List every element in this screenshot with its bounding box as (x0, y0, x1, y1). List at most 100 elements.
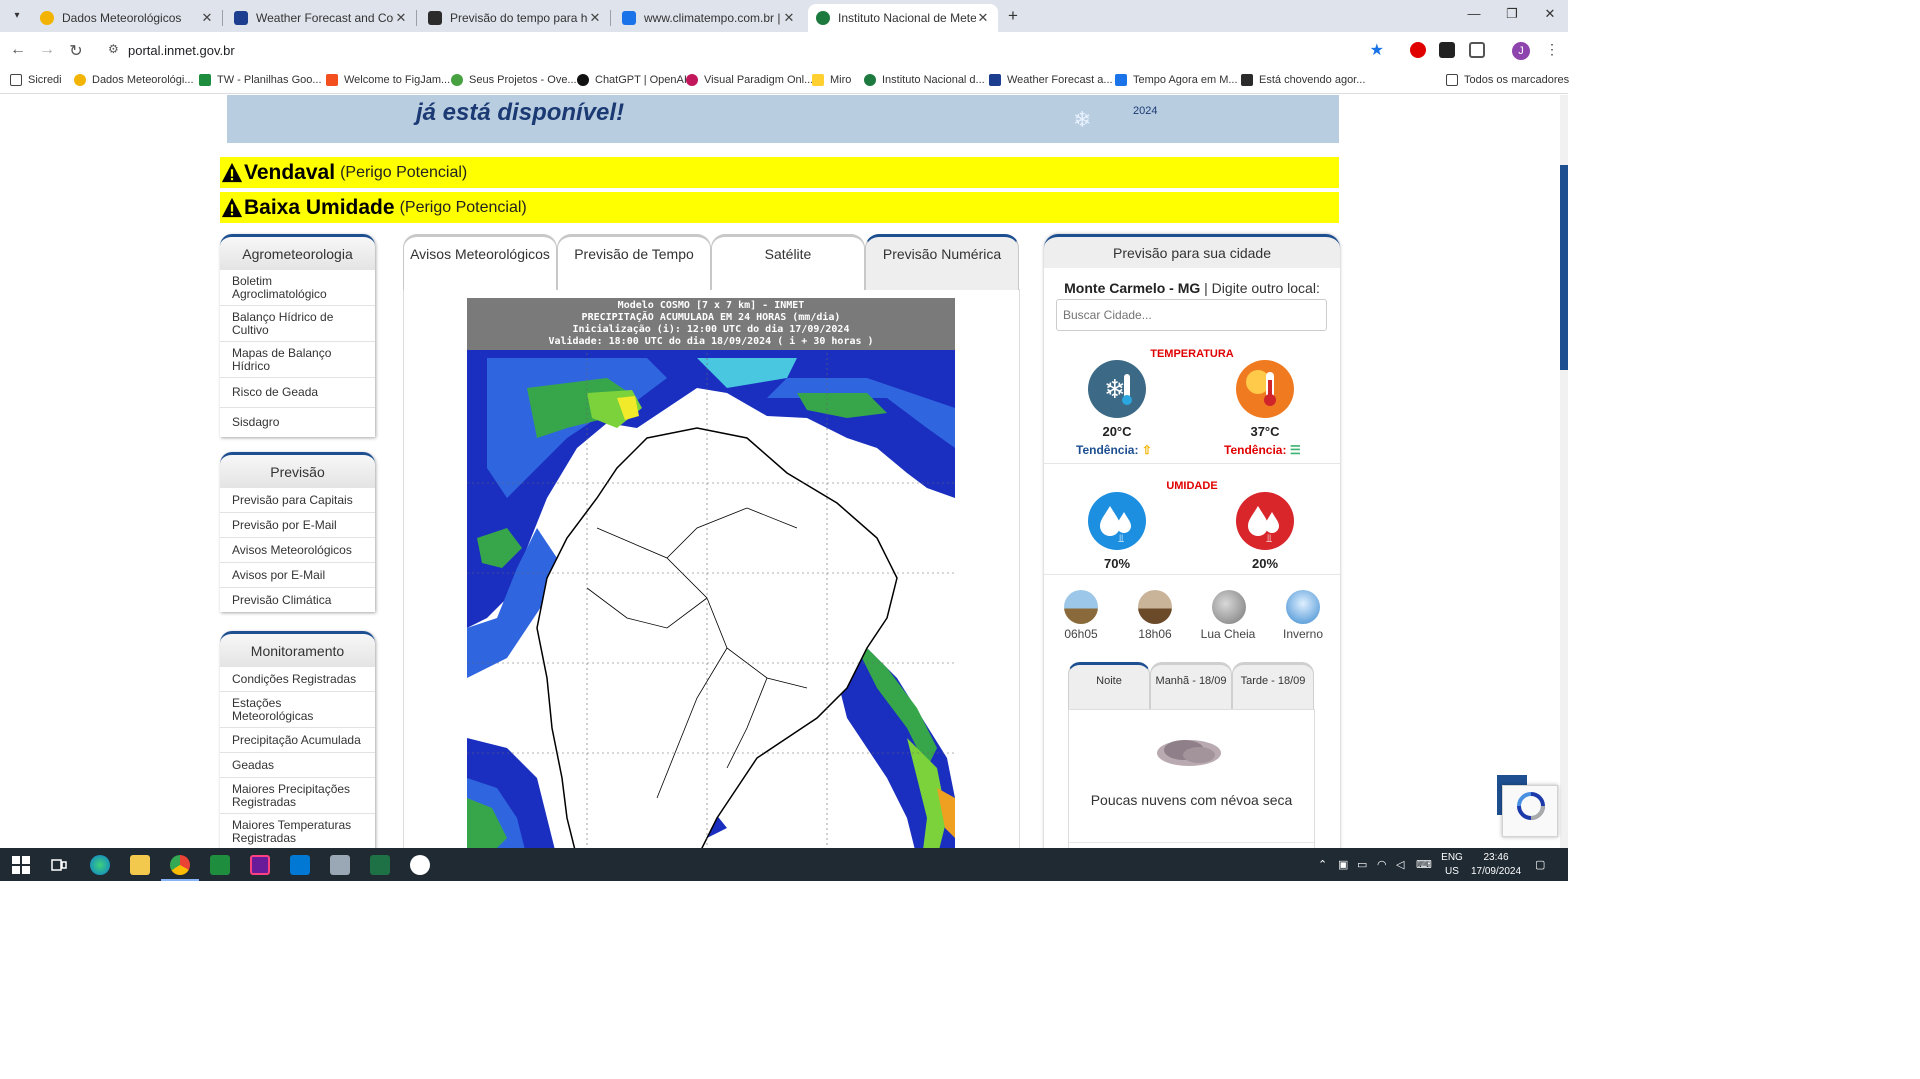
puzzle-extensions-icon[interactable] (1469, 42, 1485, 58)
city-other-prompt[interactable]: | Digite outro local: (1204, 280, 1320, 296)
browser-tab[interactable]: Dados Meteorológicos ✕ (32, 4, 222, 32)
page-scrollbar-thumb[interactable] (1560, 165, 1568, 370)
bookmark-item[interactable]: Visual Paradigm Onl... (686, 74, 813, 86)
svg-text:⫫: ⫫ (1266, 532, 1272, 545)
forward-arrow-icon[interactable]: → (37, 41, 57, 59)
banner-text: já está disponível! (416, 99, 625, 126)
bookmark-item[interactable]: Seus Projetos - Ove... (451, 74, 577, 86)
bookmark-item[interactable]: Dados Meteorológi... (74, 74, 194, 86)
tab-satelite[interactable]: Satélite (711, 234, 865, 290)
tray-chevron-icon[interactable]: ⌃ (1318, 858, 1327, 871)
tab-search-button[interactable]: ▾ (8, 7, 26, 25)
bookmark-star-icon[interactable]: ★ (1370, 40, 1384, 60)
reload-icon[interactable]: ↻ (66, 41, 86, 61)
precipitation-map[interactable]: Modelo COSMO [7 x 7 km] - INMET PRECIPIT… (467, 298, 955, 848)
promo-banner[interactable]: já está disponível! ❄ 2024 (227, 95, 1339, 143)
sidebar-item-previsao-email[interactable]: Previsão por E-Mail (220, 513, 375, 538)
close-tab-icon[interactable]: ✕ (588, 10, 602, 26)
min-temperature: 20°C (1102, 424, 1132, 439)
back-arrow-icon[interactable]: ← (8, 41, 28, 59)
excel-icon[interactable] (370, 855, 390, 875)
edge-icon[interactable] (90, 855, 110, 875)
battery-icon[interactable]: ▭ (1357, 858, 1367, 871)
bookmark-item[interactable]: ChatGPT | OpenAI (577, 74, 687, 86)
minimize-button[interactable]: — (1454, 6, 1494, 21)
windows-start-icon[interactable] (11, 855, 31, 875)
keyboard-icon[interactable]: ⌨ (1416, 858, 1432, 871)
sidebar-item-balanco-hidrico-cultivo[interactable]: Balanço Hídrico de Cultivo (220, 306, 375, 342)
file-explorer-icon[interactable] (130, 855, 150, 875)
sheets-app-icon[interactable] (210, 855, 230, 875)
tab-manha[interactable]: Manhã - 18/09 (1150, 662, 1232, 712)
tab-avisos-meteorologicos[interactable]: Avisos Meteorológicos (403, 234, 557, 290)
bookmark-item[interactable]: Welcome to FigJam... (326, 74, 450, 86)
divider (1069, 842, 1314, 843)
sidebar-item-avisos-email[interactable]: Avisos por E-Mail (220, 563, 375, 588)
chrome-icon[interactable] (170, 855, 190, 875)
close-tab-icon[interactable]: ✕ (976, 10, 990, 26)
browser-tab-active[interactable]: Instituto Nacional de Meteorolo ✕ (808, 4, 998, 32)
sidebar-item-avisos-meteorologicos[interactable]: Avisos Meteorológicos (220, 538, 375, 563)
sidebar-item-previsao-capitais[interactable]: Previsão para Capitais (220, 488, 375, 513)
min-humidity: 20% (1251, 556, 1279, 571)
wifi-icon[interactable]: ◠ (1377, 858, 1387, 871)
svg-text:⫫: ⫫ (1118, 532, 1124, 545)
site-settings-icon[interactable]: ⚙ (108, 42, 119, 56)
volume-icon[interactable]: ◁ (1396, 858, 1404, 871)
system-clock[interactable]: 23:46 17/09/2024 (1466, 851, 1526, 879)
address-bar[interactable]: ⚙ portal.inmet.gov.br ★ (100, 35, 1396, 65)
city-line: Monte Carmelo - MG | Digite outro local: (1044, 280, 1340, 296)
address-url[interactable]: portal.inmet.gov.br (128, 43, 235, 58)
intellij-icon[interactable] (250, 855, 270, 875)
bookmark-item[interactable]: Está chovendo agor... (1241, 74, 1365, 86)
sidebar-item-precipitacao-acumulada[interactable]: Precipitação Acumulada (220, 728, 375, 753)
task-view-icon[interactable] (49, 855, 69, 875)
tab-tarde[interactable]: Tarde - 18/09 (1232, 662, 1314, 712)
app-icon[interactable] (410, 855, 430, 875)
tab-title: Dados Meteorológicos (62, 11, 182, 25)
restore-button[interactable]: ❐ (1492, 6, 1532, 22)
close-window-button[interactable]: ✕ (1530, 6, 1570, 22)
sidebar-item-sisdagro[interactable]: Sisdagro (220, 408, 375, 437)
sidebar-item-mapas-balanco[interactable]: Mapas de Balanço Hídrico (220, 342, 375, 378)
browser-tab[interactable]: Previsão do tempo para hoje em ✕ (420, 4, 610, 32)
extension-icon[interactable] (1439, 42, 1455, 58)
close-tab-icon[interactable]: ✕ (782, 10, 796, 26)
bookmark-item[interactable]: Miro (812, 74, 851, 86)
all-bookmarks[interactable]: Todos os marcadores (1446, 74, 1569, 86)
sidebar-item-maiores-precipitacoes[interactable]: Maiores Precipitações Registradas (220, 778, 375, 814)
tab-noite[interactable]: Noite (1068, 662, 1150, 712)
search-city-input[interactable] (1056, 299, 1327, 331)
sidebar-item-risco-geada[interactable]: Risco de Geada (220, 378, 375, 408)
sidebar-item-geadas[interactable]: Geadas (220, 753, 375, 778)
close-tab-icon[interactable]: ✕ (394, 10, 408, 26)
browser-tab[interactable]: www.climatempo.com.br | 502: ✕ (614, 4, 804, 32)
browser-tab[interactable]: Weather Forecast and Conditio ✕ (226, 4, 416, 32)
bookmark-item[interactable]: TW - Planilhas Goo... (199, 74, 322, 86)
sidebar-item-boletim[interactable]: Boletim Agroclimatológico (220, 270, 375, 306)
sidebar-item-condicoes-registradas[interactable]: Condições Registradas (220, 667, 375, 692)
sidebar-item-maiores-temperaturas[interactable]: Maiores Temperaturas Registradas (220, 814, 375, 848)
tab-previsao-tempo[interactable]: Previsão de Tempo (557, 234, 711, 290)
recaptcha-badge[interactable] (1502, 785, 1558, 837)
notification-icon[interactable]: ▢ (1535, 858, 1545, 871)
alert-vendaval[interactable]: Vendaval (Perigo Potencial) (220, 157, 1339, 188)
profile-avatar[interactable]: J (1512, 42, 1530, 60)
vscode-icon[interactable] (290, 855, 310, 875)
bookmark-label: TW - Planilhas Goo... (217, 74, 322, 86)
sidebar-item-estacoes[interactable]: Estações Meteorológicas (220, 692, 375, 728)
alert-baixa-umidade[interactable]: Baixa Umidade (Perigo Potencial) (220, 192, 1339, 223)
tray-app-icon[interactable]: ▣ (1338, 858, 1348, 871)
close-tab-icon[interactable]: ✕ (200, 10, 214, 26)
more-menu-icon[interactable]: ⋮ (1545, 41, 1559, 58)
new-tab-button[interactable]: + (1008, 6, 1018, 26)
sidebar-item-previsao-climatica[interactable]: Previsão Climática (220, 588, 375, 612)
bookmark-item[interactable]: Weather Forecast a... (989, 74, 1113, 86)
opera-extension-icon[interactable] (1410, 42, 1426, 58)
bookmark-item[interactable]: Sicredi (10, 74, 62, 86)
bookmark-item[interactable]: Instituto Nacional d... (864, 74, 985, 86)
input-language[interactable]: ENG US (1437, 851, 1467, 879)
tab-previsao-numerica[interactable]: Previsão Numérica (865, 234, 1019, 290)
bookmark-item[interactable]: Tempo Agora em M... (1115, 74, 1238, 86)
remote-desktop-icon[interactable] (330, 855, 350, 875)
